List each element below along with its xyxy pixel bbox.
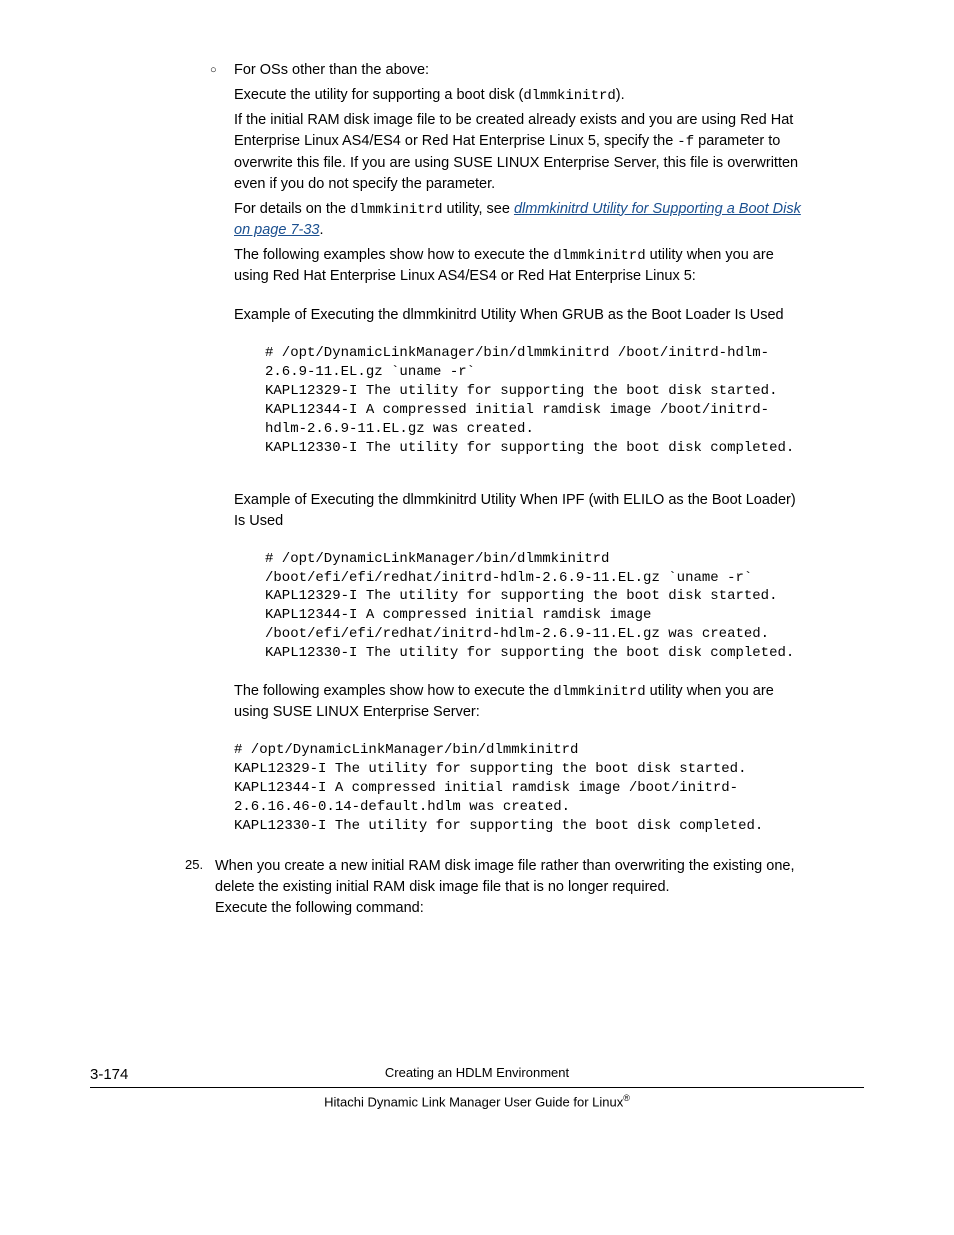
example2-title: Example of Executing the dlmmkinitrd Uti… xyxy=(234,490,864,532)
page-footer: 3-174 Creating an HDLM Environment Hitac… xyxy=(90,1064,864,1112)
paragraph-execute: Execute the utility for supporting a boo… xyxy=(234,85,864,106)
example3-code-block: # /opt/DynamicLinkManager/bin/dlmmkinitr… xyxy=(234,741,804,835)
text: ). xyxy=(616,87,625,103)
bullet-marker: ○ xyxy=(210,60,234,81)
code-f-param: -f xyxy=(677,134,694,150)
page-number: 3-174 xyxy=(90,1064,128,1086)
text: . xyxy=(319,222,323,238)
code-dlmmkinitrd: dlmmkinitrd xyxy=(553,684,645,700)
paragraph-details: For details on the dlmmkinitrd utility, … xyxy=(234,199,864,241)
example1-code-block: # /opt/DynamicLinkManager/bin/dlmmkinitr… xyxy=(265,344,804,457)
numbered-marker: 25. xyxy=(185,856,215,898)
example2-code-block: # /opt/DynamicLinkManager/bin/dlmmkinitr… xyxy=(265,550,804,663)
code-dlmmkinitrd: dlmmkinitrd xyxy=(350,202,442,218)
text: Execute the utility for supporting a boo… xyxy=(234,87,523,103)
bullet-list-item: ○ For OSs other than the above: xyxy=(210,60,864,81)
footer-doc-title: Hitachi Dynamic Link Manager User Guide … xyxy=(90,1092,864,1112)
code-dlmmkinitrd: dlmmkinitrd xyxy=(553,248,645,264)
paragraph-examples-intro: The following examples show how to execu… xyxy=(234,245,864,287)
code-dlmmkinitrd: dlmmkinitrd xyxy=(523,88,615,104)
registered-mark: ® xyxy=(623,1093,630,1103)
paragraph-ramdisk: If the initial RAM disk image file to be… xyxy=(234,110,864,194)
example1-title: Example of Executing the dlmmkinitrd Uti… xyxy=(234,305,864,326)
footer-section-title: Creating an HDLM Environment xyxy=(90,1064,864,1083)
text-step25: When you create a new initial RAM disk i… xyxy=(215,858,794,895)
text: Hitachi Dynamic Link Manager User Guide … xyxy=(324,1094,623,1109)
text: utility, see xyxy=(443,201,514,217)
text: For details on the xyxy=(234,201,350,217)
paragraph-execute-cmd: Execute the following command: xyxy=(215,898,864,919)
footer-divider xyxy=(90,1087,864,1088)
text: The following examples show how to execu… xyxy=(234,683,553,699)
text: The following examples show how to execu… xyxy=(234,247,553,263)
numbered-content: When you create a new initial RAM disk i… xyxy=(215,856,864,898)
numbered-list-item-25: 25. When you create a new initial RAM di… xyxy=(185,856,864,898)
paragraph-suse-intro: The following examples show how to execu… xyxy=(234,681,864,723)
text-os-other: For OSs other than the above: xyxy=(234,62,429,78)
bullet-content: For OSs other than the above: xyxy=(234,60,864,81)
